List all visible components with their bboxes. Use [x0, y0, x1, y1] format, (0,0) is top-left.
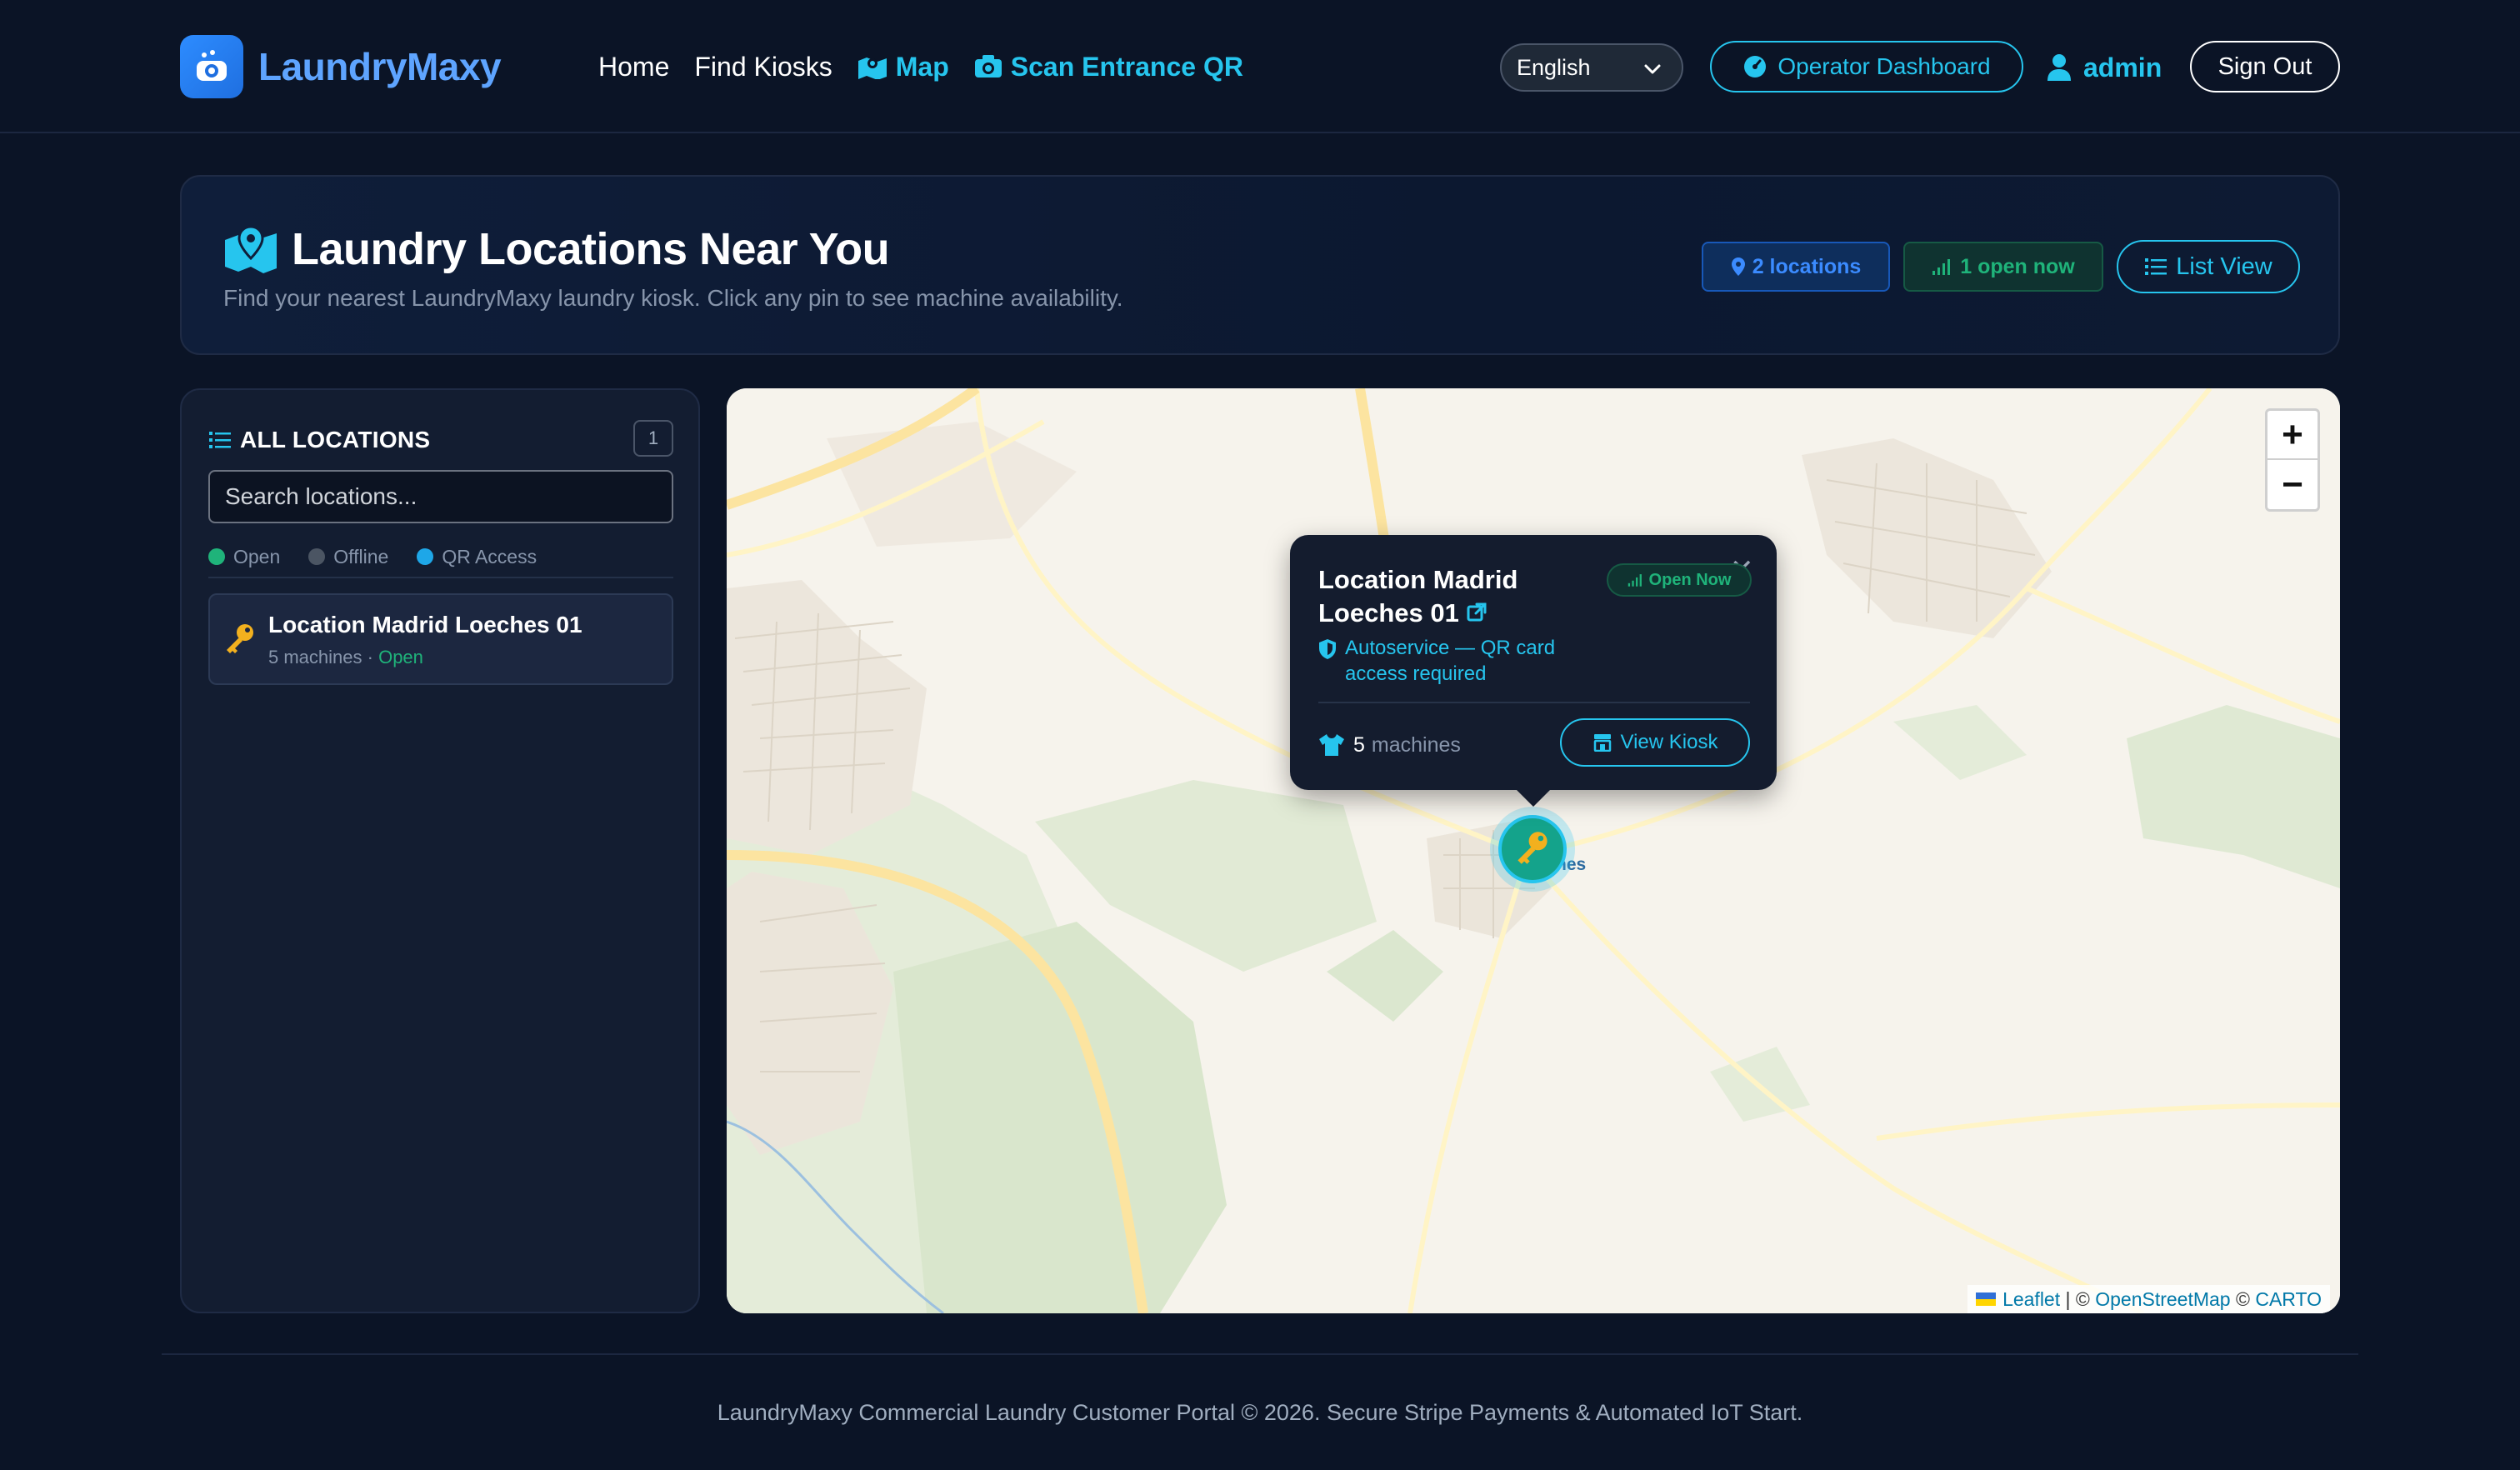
sign-out-label: Sign Out [2218, 52, 2312, 80]
sidebar-title-text: ALL LOCATIONS [240, 427, 431, 452]
map-location-icon [223, 225, 278, 273]
page-header-card: Laundry Locations Near You Find your nea… [180, 175, 2340, 355]
list-icon [2144, 257, 2168, 277]
language-select[interactable]: English [1500, 43, 1683, 92]
map-view[interactable]: + − Loeches ✕ Location Madrid Loeches 01… [727, 388, 2340, 1313]
legend-offline: Offline [308, 546, 388, 568]
page-title: Laundry Locations Near You [223, 220, 890, 278]
camera-icon [974, 54, 1002, 79]
location-meta: 5 machines · Open [268, 647, 423, 668]
main-nav: Home Find Kiosks Map Scan Entrance QR [598, 43, 1268, 90]
list-icon [208, 430, 232, 450]
operator-dashboard-button[interactable]: Operator Dashboard [1710, 41, 2023, 92]
location-search-input[interactable] [208, 470, 673, 523]
sidebar-title: ALL LOCATIONS [208, 423, 430, 457]
key-icon [223, 622, 257, 659]
user-menu[interactable]: admin [2047, 43, 2162, 92]
view-kiosk-button[interactable]: View Kiosk [1560, 718, 1750, 767]
language-selected-value: English [1517, 54, 1591, 80]
location-status: Open [378, 647, 423, 668]
key-icon [1514, 829, 1551, 870]
open-now-text: 1 open now [1960, 254, 2075, 278]
sign-out-button[interactable]: Sign Out [2190, 41, 2340, 92]
page-title-text: Laundry Locations Near You [292, 224, 890, 274]
sidebar-divider [208, 577, 673, 578]
popup-divider [1318, 702, 1750, 703]
popup-status-badge: Open Now [1607, 563, 1752, 597]
carto-link[interactable]: CARTO [2255, 1288, 2322, 1311]
page-subtitle: Find your nearest LaundryMaxy laundry ki… [223, 285, 1123, 311]
pin-icon [1731, 257, 1746, 277]
location-machines: 5 machines [268, 647, 362, 668]
external-link-icon[interactable] [1466, 598, 1488, 632]
nav-map-label: Map [895, 51, 949, 82]
footer-divider [162, 1353, 2358, 1355]
popup-access-text: Autoservice — QR card access required [1345, 637, 1556, 685]
zoom-control: + − [2265, 408, 2320, 512]
attribution-separator-1: | © [2060, 1288, 2096, 1310]
location-name: Location Madrid Loeches 01 [268, 612, 582, 638]
nav-home-label: Home [598, 51, 670, 82]
legend-qr-access: QR Access [417, 546, 537, 568]
nav-scan-qr[interactable]: Scan Entrance QR [974, 52, 1243, 82]
status-legend: Open Offline QR Access [208, 540, 565, 573]
tshirt-icon [1318, 733, 1345, 757]
zoom-in-button[interactable]: + [2268, 411, 2318, 460]
legend-qr-access-label: QR Access [442, 545, 538, 568]
popup-machines-number: 5 [1353, 732, 1365, 757]
qr-access-dot [417, 548, 434, 565]
popup-title: Location Madrid Loeches 01 [1318, 563, 1593, 632]
signal-bars-icon [1628, 572, 1644, 588]
top-navbar: LaundryMaxy Home Find Kiosks Map Scan En… [0, 0, 2520, 133]
legend-offline-label: Offline [333, 545, 389, 568]
legend-open: Open [208, 546, 280, 568]
footer-text: LaundryMaxy Commercial Laundry Customer … [717, 1400, 1803, 1425]
attribution-separator-2: © [2230, 1288, 2256, 1310]
user-icon [2047, 53, 2072, 82]
kiosk-popup: ✕ Location Madrid Loeches 01 Open Now Au… [1290, 535, 1777, 790]
open-dot [208, 548, 225, 565]
brand-link[interactable]: LaundryMaxy [180, 35, 502, 98]
popup-title-text: Location Madrid Loeches 01 [1318, 565, 1518, 628]
store-icon [1592, 733, 1612, 752]
brand-name: LaundryMaxy [258, 45, 502, 88]
signal-bars-icon [1932, 258, 1953, 276]
washer-icon [180, 35, 243, 98]
popup-status-text: Open Now [1648, 570, 1732, 589]
nav-scan-qr-label: Scan Entrance QR [1010, 51, 1243, 82]
zoom-out-button[interactable]: − [2268, 460, 2318, 509]
locations-sidebar: ALL LOCATIONS 1 Open Offline QR Access L… [180, 388, 700, 1313]
legend-open-label: Open [233, 545, 281, 568]
locations-count-badge: 2 locations [1702, 242, 1890, 292]
popup-access-note: Autoservice — QR card access required [1318, 635, 1593, 687]
sidebar-count-badge: 1 [633, 420, 673, 457]
nav-map[interactable]: Map [858, 52, 949, 82]
map-attribution: Leaflet | © OpenStreetMap © CARTO [1968, 1285, 2330, 1313]
list-view-label: List View [2176, 252, 2272, 280]
nav-find-kiosks-label: Find Kiosks [694, 51, 832, 82]
ukraine-flag-icon [1976, 1292, 1997, 1306]
location-meta-separator: · [362, 647, 379, 668]
open-now-badge: 1 open now [1903, 242, 2103, 292]
popup-machines-label: machines [1371, 732, 1461, 757]
kiosk-map-marker[interactable] [1498, 815, 1567, 883]
popup-tip [1515, 788, 1552, 807]
gauge-icon [1742, 54, 1768, 79]
map-icon [858, 54, 888, 79]
nav-home[interactable]: Home [598, 52, 669, 82]
locations-count-text: 2 locations [1752, 254, 1862, 278]
list-view-button[interactable]: List View [2117, 240, 2300, 293]
chevron-down-icon [1642, 58, 1663, 86]
nav-find-kiosks[interactable]: Find Kiosks [694, 52, 832, 82]
osm-link[interactable]: OpenStreetMap [2095, 1288, 2230, 1311]
user-name: admin [2083, 52, 2162, 82]
offline-dot [308, 548, 326, 565]
shield-icon [1318, 638, 1337, 667]
view-kiosk-label: View Kiosk [1620, 731, 1718, 753]
popup-machine-count: 5 machines [1318, 728, 1461, 762]
operator-dashboard-label: Operator Dashboard [1778, 53, 1991, 79]
location-list-item[interactable]: Location Madrid Loeches 01 5 machines · … [208, 593, 673, 685]
leaflet-link[interactable]: Leaflet [2002, 1288, 2060, 1311]
